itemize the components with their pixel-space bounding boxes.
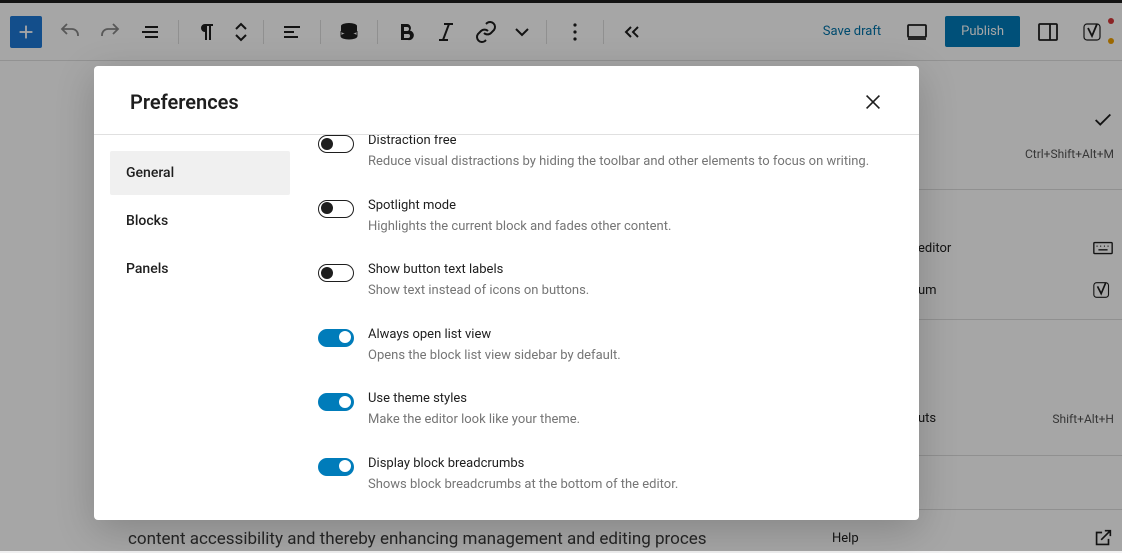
preference-description: Highlights the current block and fades o…	[368, 217, 881, 237]
preference-description: Opens the block list view sidebar by def…	[368, 346, 881, 366]
separator	[546, 20, 547, 44]
preference-row: Always open list view Opens the block lis…	[318, 317, 901, 382]
save-draft-button[interactable]: Save draft	[815, 18, 889, 45]
modal-tabs: General Blocks Panels	[94, 135, 290, 520]
preference-description: Make the editor look like your theme.	[368, 410, 881, 430]
preference-row: Show button text labels Show text instead…	[318, 252, 901, 317]
tab-panels[interactable]: Panels	[110, 247, 290, 291]
toggle-switch[interactable]	[318, 329, 354, 347]
toolbar-right: Save draft Publish	[815, 14, 1112, 50]
yoast-icon[interactable]	[1076, 14, 1112, 50]
separator	[603, 20, 604, 44]
panel-label-fragment: editor	[918, 241, 951, 256]
panel-divider	[918, 455, 1122, 456]
database-icon[interactable]	[331, 14, 367, 50]
modal-header: Preferences	[94, 66, 919, 135]
preference-text: Display block breadcrumbs Shows block bre…	[368, 456, 901, 495]
keyboard-icon	[1092, 237, 1114, 259]
panel-row-shortcut1[interactable]: Ctrl+Shift+Alt+M	[918, 147, 1122, 161]
preference-text: Always open list view Opens the block lis…	[368, 327, 901, 366]
panel-row-help[interactable]: Help	[810, 527, 1122, 549]
preference-text: Show button text labels Show text instead…	[368, 262, 901, 301]
preference-row: Distraction free Reduce visual distractio…	[318, 135, 901, 188]
preview-button[interactable]	[899, 14, 935, 50]
separator	[377, 20, 378, 44]
panel-row-uts[interactable]: uts Shift+Alt+H	[918, 411, 1122, 426]
preference-text: Distraction free Reduce visual distractio…	[368, 135, 901, 172]
add-block-button[interactable]	[10, 16, 42, 48]
document-text: content accessibility and thereby enhanc…	[128, 526, 808, 553]
settings-sidebar-button[interactable]	[1030, 14, 1066, 50]
preference-row: Use theme styles Make the editor look lik…	[318, 381, 901, 446]
panel-divider	[918, 189, 1122, 190]
paragraph-icon[interactable]	[189, 14, 225, 50]
toggle-switch[interactable]	[318, 458, 354, 476]
transform-button[interactable]	[229, 14, 253, 50]
preference-row: Display block breadcrumbs Shows block bre…	[318, 446, 901, 511]
panel-row-editor[interactable]: editor	[918, 237, 1122, 259]
panel-divider	[918, 319, 1122, 320]
panel-label-fragment: uts	[918, 411, 936, 426]
preference-label: Always open list view	[368, 327, 881, 342]
panel-row-check[interactable]	[918, 109, 1122, 131]
preference-description: Show text instead of icons on buttons.	[368, 281, 881, 301]
modal-title: Preferences	[130, 90, 239, 114]
close-icon	[862, 91, 884, 113]
shortcut-text: Ctrl+Shift+Alt+M	[1025, 147, 1114, 161]
close-button[interactable]	[859, 88, 887, 116]
preference-label: Use theme styles	[368, 391, 881, 406]
panel-row-um[interactable]: um	[918, 279, 1122, 301]
preferences-modal: Preferences General Blocks Panels Distra…	[94, 66, 919, 520]
preference-label: Distraction free	[368, 135, 881, 148]
more-rich-text-button[interactable]	[508, 14, 536, 50]
toggle-switch[interactable]	[318, 135, 354, 153]
toggle-switch[interactable]	[318, 200, 354, 218]
preference-text: Spotlight mode Highlights the current blo…	[368, 198, 901, 237]
separator	[263, 20, 264, 44]
collapse-toolbar-button[interactable]	[614, 14, 650, 50]
link-button[interactable]	[468, 14, 504, 50]
panel-label-fragment: um	[918, 283, 937, 298]
shortcut-text: Shift+Alt+H	[1052, 412, 1114, 426]
options-button[interactable]	[557, 14, 593, 50]
toggle-switch[interactable]	[318, 264, 354, 282]
editor-toolbar: Save draft Publish	[0, 0, 1122, 60]
tab-general[interactable]: General	[110, 151, 290, 195]
preference-label: Display block breadcrumbs	[368, 456, 881, 471]
list-view-button[interactable]	[132, 14, 168, 50]
separator	[320, 20, 321, 44]
tab-blocks[interactable]: Blocks	[110, 199, 290, 243]
toggle-switch[interactable]	[318, 393, 354, 411]
publish-button[interactable]: Publish	[945, 16, 1020, 47]
align-button[interactable]	[274, 14, 310, 50]
preference-label: Spotlight mode	[368, 198, 881, 213]
separator	[178, 20, 179, 44]
external-link-icon	[1092, 527, 1114, 549]
redo-button[interactable]	[92, 14, 128, 50]
undo-button[interactable]	[52, 14, 88, 50]
help-label: Help	[832, 531, 859, 546]
preference-description: Shows block breadcrumbs at the bottom of…	[368, 475, 881, 495]
preferences-list: Distraction free Reduce visual distractio…	[290, 135, 919, 520]
preference-description: Reduce visual distractions by hiding the…	[368, 152, 881, 172]
preference-label: Show button text labels	[368, 262, 881, 277]
preference-text: Use theme styles Make the editor look lik…	[368, 391, 901, 430]
preference-row: Spotlight mode Highlights the current blo…	[318, 188, 901, 253]
italic-button[interactable]	[428, 14, 464, 50]
yoast-small-icon	[1092, 279, 1114, 301]
bold-button[interactable]	[388, 14, 424, 50]
